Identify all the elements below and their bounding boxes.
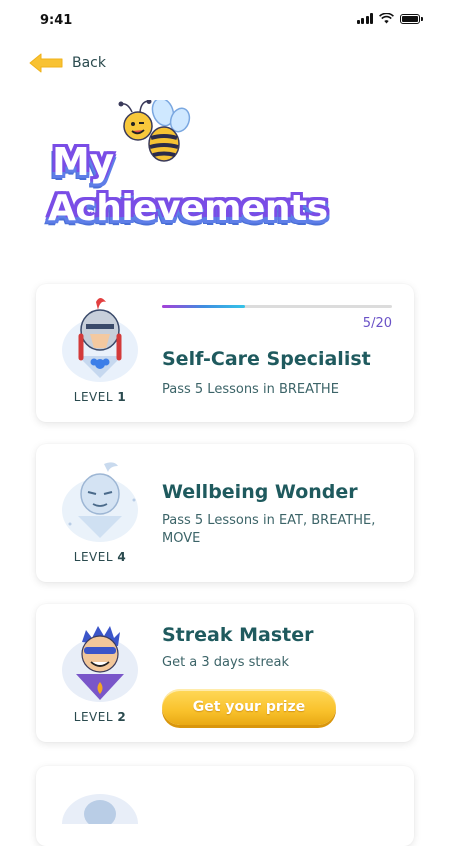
achievement-description: Get a 3 days streak — [162, 655, 290, 670]
knight-avatar-icon — [62, 298, 138, 382]
achievement-card[interactable]: LEVEL 1 5/20 Self-Care Specialist Pass 5… — [36, 284, 414, 422]
status-time: 9:41 — [40, 13, 73, 28]
level-number: 2 — [117, 710, 127, 724]
back-label: Back — [72, 55, 106, 71]
hero-avatar-icon — [62, 626, 138, 702]
level-number: 1 — [117, 390, 127, 404]
achievement-avatar: LEVEL 4 — [48, 458, 152, 564]
avatar-icon — [62, 794, 138, 824]
achievement-description: Pass 5 Lessons in EAT, BREATHE, MOVE — [162, 513, 376, 546]
status-icons — [356, 13, 423, 24]
achievement-avatar: LEVEL 1 — [48, 296, 152, 404]
progress-fill — [162, 305, 245, 308]
page-header: My Achievements — [48, 100, 378, 245]
level-label: LEVEL — [73, 710, 114, 724]
level-label: LEVEL — [73, 390, 114, 404]
achievement-description: Pass 5 Lessons in BREATHE — [162, 382, 339, 397]
level-indicator: LEVEL 4 — [48, 550, 152, 564]
progress-bar — [162, 305, 392, 308]
page-title-line2: Achievements — [48, 188, 328, 229]
achievement-card[interactable] — [36, 766, 414, 846]
achievement-title: Wellbeing Wonder — [162, 481, 358, 503]
achievement-avatar: LEVEL 2 — [48, 618, 152, 724]
back-button[interactable]: Back — [28, 52, 106, 74]
ghost-avatar-icon — [62, 462, 138, 542]
wifi-icon — [379, 13, 394, 24]
progress-text: 5/20 — [362, 316, 392, 331]
page-title-line1: My — [52, 140, 114, 184]
level-indicator: LEVEL 1 — [48, 390, 152, 404]
achievement-card[interactable]: LEVEL 2 Streak Master Get a 3 days strea… — [36, 604, 414, 742]
achievement-title: Streak Master — [162, 624, 314, 646]
arrow-left-icon — [29, 53, 63, 73]
bee-mascot-icon — [118, 100, 191, 162]
level-number: 4 — [117, 550, 127, 564]
status-bar: 9:41 — [0, 0, 450, 40]
level-indicator: LEVEL 2 — [48, 710, 152, 724]
achievement-title: Self-Care Specialist — [162, 348, 371, 370]
achievement-avatar — [48, 784, 152, 824]
signal-icon — [356, 13, 373, 24]
achievement-card[interactable]: LEVEL 4 Wellbeing Wonder Pass 5 Lessons … — [36, 444, 414, 582]
battery-icon — [400, 13, 423, 24]
get-prize-button[interactable]: Get your prize — [162, 689, 336, 725]
level-label: LEVEL — [73, 550, 114, 564]
